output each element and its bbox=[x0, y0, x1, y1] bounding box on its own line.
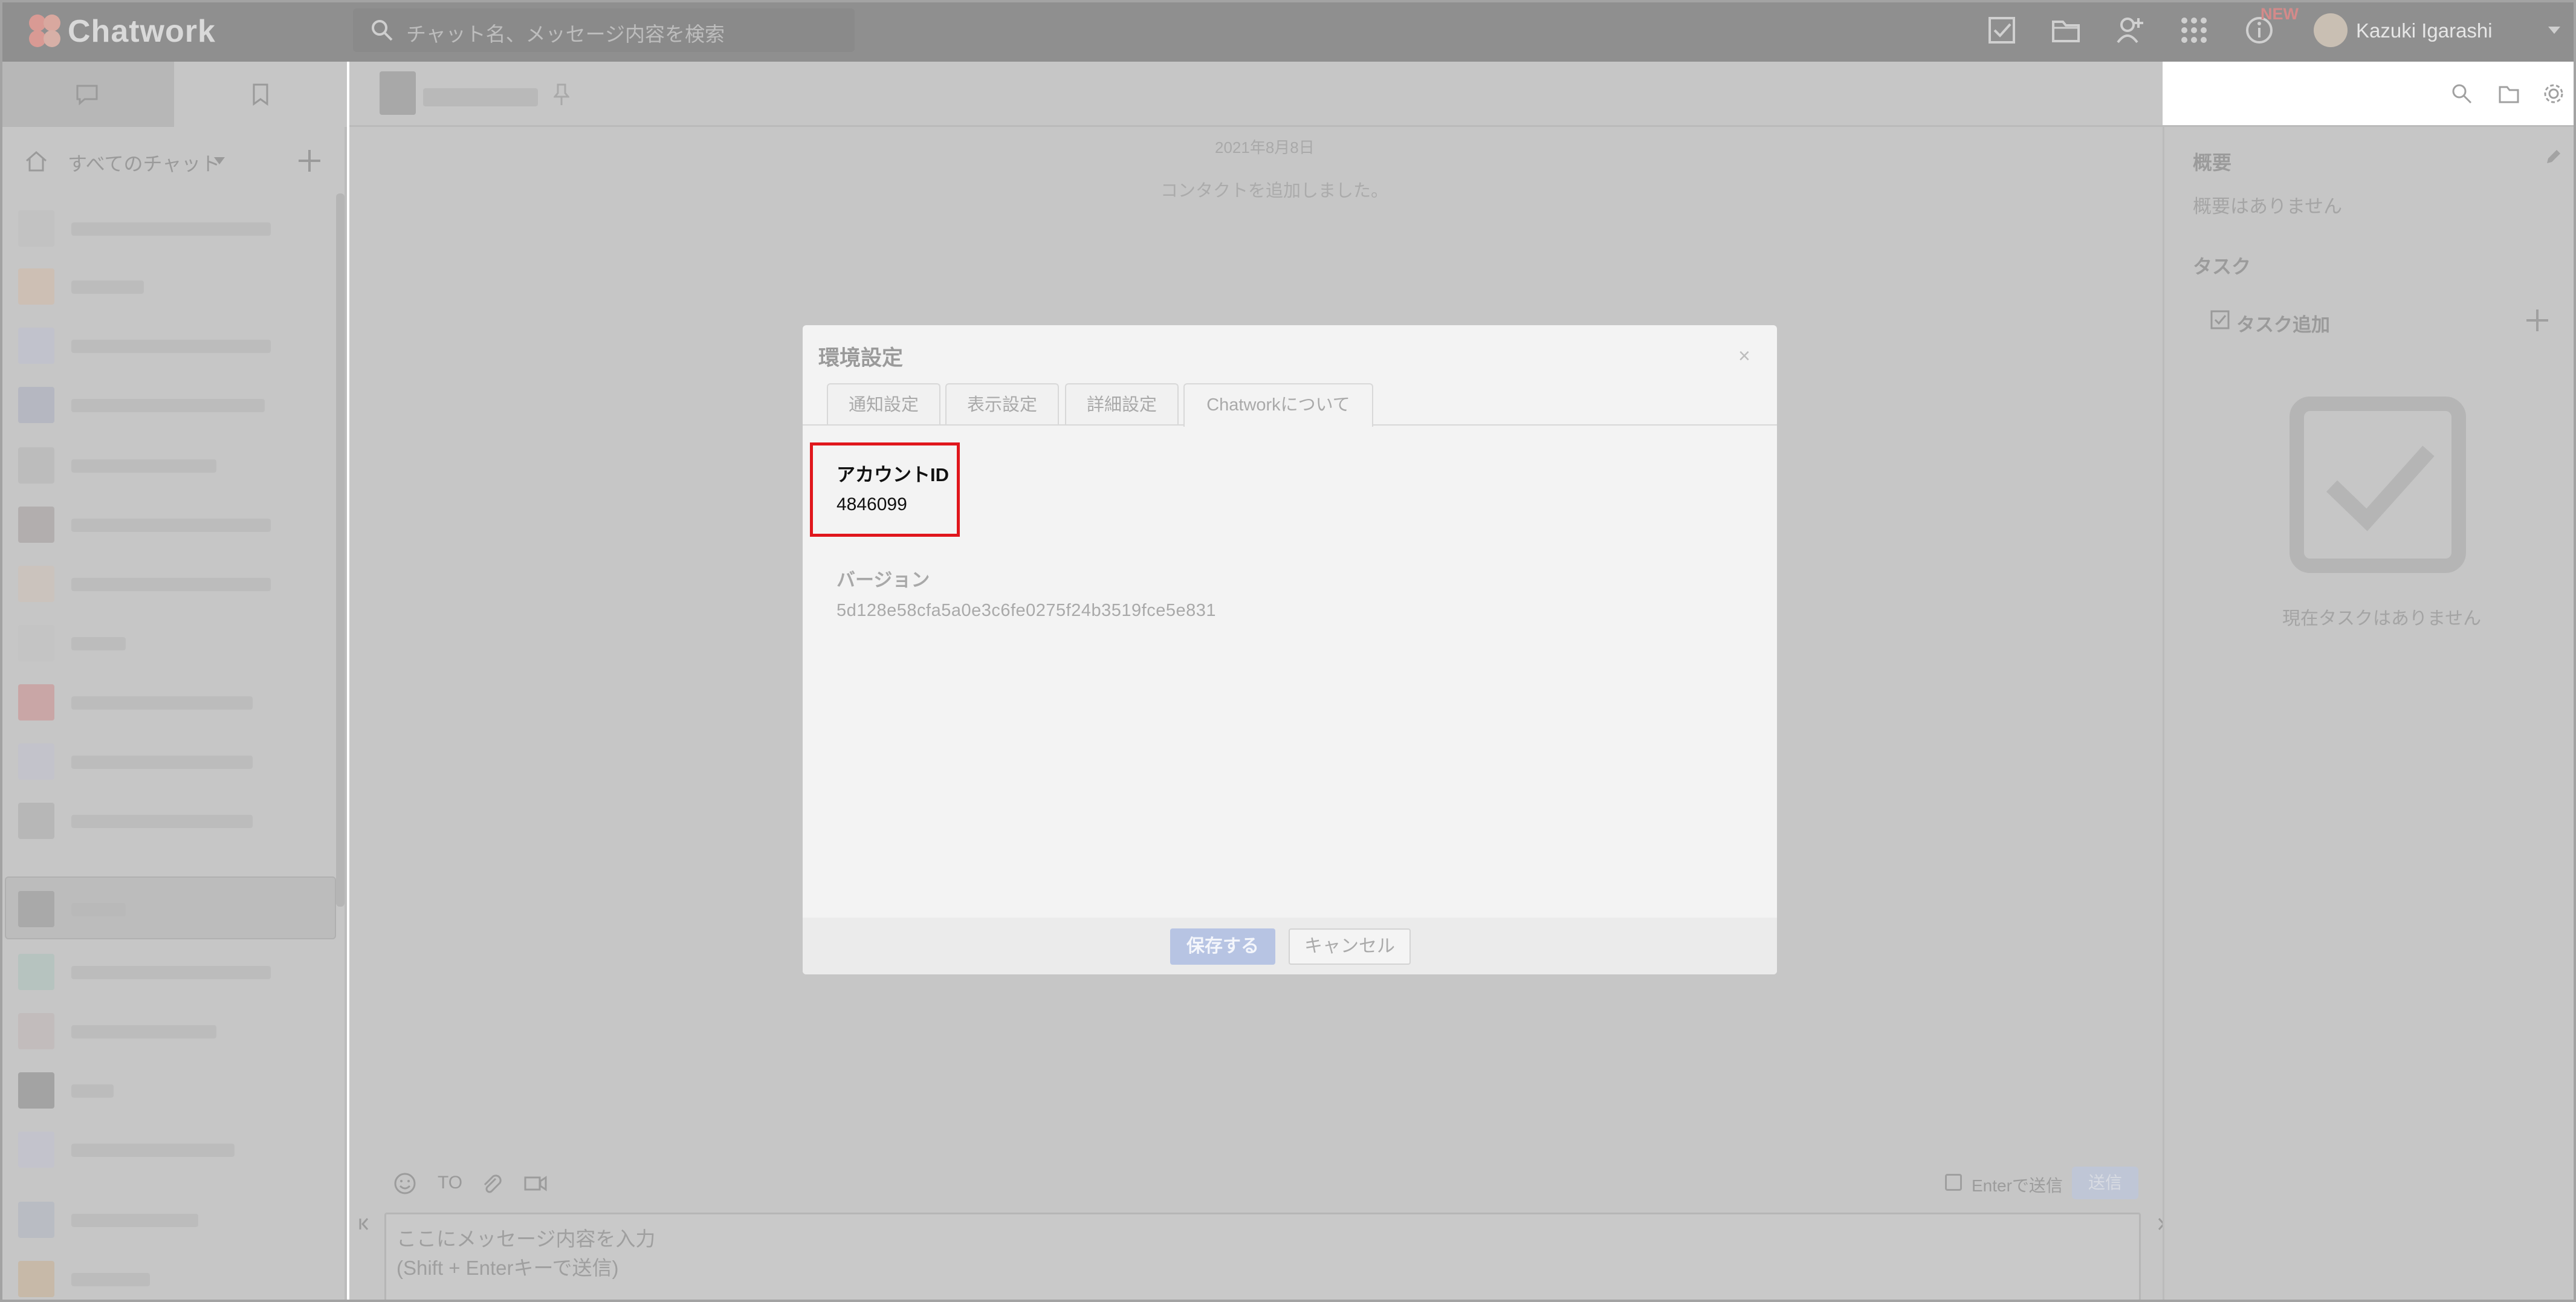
message-input-placeholder: ここにメッセージ内容を入力 (Shift + Enterキーで送信) bbox=[396, 1225, 655, 1283]
avatar[interactable] bbox=[2314, 13, 2348, 47]
room-header bbox=[349, 62, 2576, 127]
user-name[interactable]: Kazuki Igarashi bbox=[2356, 19, 2493, 42]
new-badge: NEW bbox=[2260, 5, 2299, 23]
attachment-icon[interactable] bbox=[479, 1171, 503, 1196]
task-checkbox-icon bbox=[2210, 310, 2230, 329]
close-icon[interactable]: × bbox=[1738, 345, 1750, 368]
gear-icon[interactable] bbox=[2542, 82, 2565, 105]
search-icon[interactable] bbox=[2450, 82, 2473, 105]
list-item[interactable] bbox=[13, 1006, 328, 1053]
video-call-icon[interactable] bbox=[523, 1173, 548, 1194]
account-id-value: 4846099 bbox=[837, 494, 907, 514]
empty-task-icon bbox=[2288, 395, 2467, 574]
tab-chats[interactable] bbox=[0, 62, 174, 127]
list-item[interactable] bbox=[13, 440, 328, 487]
chat-bubble-icon bbox=[76, 85, 98, 105]
enter-to-send-checkbox[interactable] bbox=[1945, 1174, 1962, 1191]
version-value: 5d128e58cfa5a0e3c6fe0275f24b3519fce5e831 bbox=[837, 601, 1216, 620]
collapse-left-icon[interactable] bbox=[357, 1215, 375, 1233]
room-avatar[interactable] bbox=[380, 71, 416, 115]
version-label: バージョン bbox=[837, 569, 930, 591]
tab-advanced[interactable]: 詳細設定 bbox=[1065, 383, 1179, 424]
room-name[interactable] bbox=[423, 88, 538, 106]
add-task-button[interactable]: タスク追加 bbox=[2236, 309, 2330, 337]
list-item[interactable] bbox=[13, 736, 328, 783]
list-item[interactable] bbox=[13, 884, 328, 931]
folder-icon[interactable] bbox=[2050, 15, 2082, 46]
account-id-label: アカウントID bbox=[837, 464, 949, 485]
list-item[interactable] bbox=[13, 380, 328, 427]
list-item[interactable] bbox=[13, 795, 328, 843]
dialog-title: 環境設定 bbox=[818, 346, 904, 370]
tab-display[interactable]: 表示設定 bbox=[945, 383, 1059, 424]
add-task-plus-icon[interactable] bbox=[2524, 307, 2551, 334]
highlight-box bbox=[810, 442, 960, 537]
list-item[interactable] bbox=[13, 1254, 328, 1301]
tab-notifications[interactable]: 通知設定 bbox=[827, 383, 940, 424]
task-title: タスク bbox=[2193, 256, 2251, 277]
list-item[interactable] bbox=[13, 1194, 328, 1242]
list-item[interactable] bbox=[13, 261, 328, 308]
search-placeholder: チャット名、メッセージ内容を検索 bbox=[406, 23, 725, 45]
list-item[interactable] bbox=[13, 320, 328, 368]
chevron-down-icon[interactable] bbox=[2547, 24, 2561, 36]
apps-grid-icon[interactable] bbox=[2178, 15, 2210, 46]
to-button[interactable]: TO bbox=[438, 1173, 462, 1193]
send-button[interactable]: 送信 bbox=[2072, 1167, 2138, 1199]
search-icon bbox=[370, 18, 394, 42]
list-item[interactable] bbox=[13, 499, 328, 546]
right-panel bbox=[2163, 127, 2576, 1302]
home-icon bbox=[26, 151, 47, 172]
list-item[interactable] bbox=[13, 618, 328, 665]
summary-title: 概要 bbox=[2193, 152, 2232, 173]
tab-bookmarks[interactable] bbox=[175, 62, 347, 127]
list-item[interactable] bbox=[13, 1124, 328, 1171]
add-contact-icon[interactable] bbox=[2114, 15, 2146, 46]
pin-icon[interactable] bbox=[554, 82, 569, 106]
placeholder-line: (Shift + Enterキーで送信) bbox=[396, 1257, 619, 1279]
chatwork-logo-icon[interactable] bbox=[24, 11, 65, 52]
task-check-icon[interactable] bbox=[1986, 15, 2018, 46]
app-name: Chatwork bbox=[68, 14, 216, 49]
list-item[interactable] bbox=[13, 203, 328, 250]
placeholder-line: ここにメッセージ内容を入力 bbox=[396, 1228, 656, 1250]
bookmark-icon bbox=[253, 83, 268, 106]
emoji-icon[interactable] bbox=[393, 1171, 417, 1196]
folder-icon[interactable] bbox=[2497, 82, 2520, 105]
task-empty: 現在タスクはありません bbox=[2282, 609, 2482, 629]
date-separator: 2021年8月8日 bbox=[1215, 138, 1315, 157]
list-item[interactable] bbox=[13, 947, 328, 994]
tab-about-chatwork[interactable]: Chatworkについて bbox=[1183, 383, 1373, 427]
add-chat-icon[interactable] bbox=[296, 147, 323, 174]
enter-to-send-label: Enterで送信 bbox=[1972, 1176, 2063, 1195]
list-item[interactable] bbox=[13, 677, 328, 724]
sidebar-scrollbar[interactable] bbox=[336, 193, 345, 907]
summary-empty: 概要はありません bbox=[2193, 196, 2343, 217]
cancel-button[interactable]: キャンセル bbox=[1289, 928, 1411, 965]
chat-filter-label: すべてのチャット bbox=[68, 153, 221, 175]
save-button[interactable]: 保存する bbox=[1170, 928, 1275, 965]
list-item[interactable] bbox=[13, 559, 328, 606]
pencil-icon[interactable] bbox=[2543, 147, 2563, 167]
list-item[interactable] bbox=[13, 1065, 328, 1112]
system-message: コンタクトを追加しました。 bbox=[1160, 181, 1389, 201]
